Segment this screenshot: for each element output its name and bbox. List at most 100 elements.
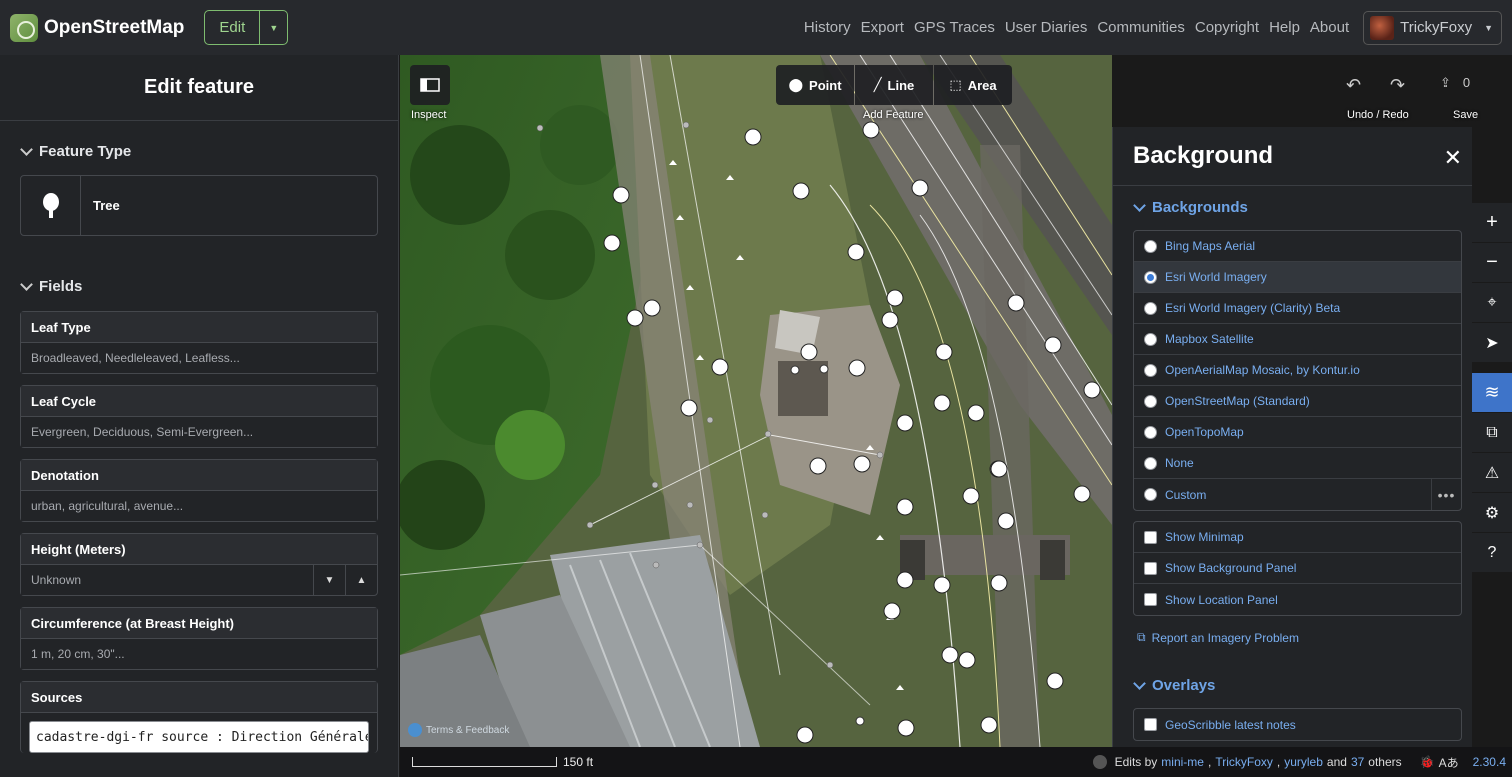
- add-area-button[interactable]: ⬚ Area: [934, 65, 1012, 105]
- radio[interactable]: [1144, 239, 1157, 253]
- checkbox[interactable]: [1144, 593, 1157, 606]
- undo-redo-label: Undo / Redo: [1347, 109, 1409, 121]
- bg-option-label: Esri World Imagery (Clarity) Beta: [1165, 301, 1341, 315]
- issues-warning-icon[interactable]: ⚠: [1472, 453, 1512, 493]
- option-label: Show Minimap: [1165, 530, 1244, 544]
- overlay-geoscribble[interactable]: GeoScribble latest notes: [1134, 709, 1461, 740]
- denotation-input[interactable]: urban, agricultural, avenue...: [21, 491, 377, 521]
- bg-option-label: Esri World Imagery: [1165, 270, 1267, 284]
- bg-option-esri[interactable]: Esri World Imagery: [1134, 262, 1461, 293]
- inspect-button[interactable]: [410, 65, 450, 105]
- help-icon[interactable]: ?: [1472, 533, 1512, 573]
- bg-option-bing[interactable]: Bing Maps Aerial: [1134, 231, 1461, 262]
- bg-option-opentopomap[interactable]: OpenTopoMap: [1134, 417, 1461, 448]
- radio[interactable]: [1144, 332, 1157, 346]
- option-show-location-panel[interactable]: Show Location Panel: [1134, 584, 1461, 615]
- decrement-icon[interactable]: ▼: [313, 565, 345, 595]
- circumference-input[interactable]: 1 m, 20 cm, 30"...: [21, 639, 377, 669]
- save-button[interactable]: ⇪ 0: [1440, 75, 1470, 91]
- nav-export[interactable]: Export: [861, 19, 904, 36]
- bg-option-mapbox[interactable]: Mapbox Satellite: [1134, 324, 1461, 355]
- osm-logo[interactable]: OpenStreetMap: [10, 13, 184, 42]
- nav-links: History Export GPS Traces User Diaries C…: [804, 19, 1349, 36]
- point-icon: ⬤: [788, 77, 804, 92]
- undo-icon[interactable]: ↶: [1346, 75, 1361, 96]
- add-point-button[interactable]: ⬤ Point: [776, 65, 854, 105]
- redo-icon[interactable]: ↷: [1390, 75, 1405, 96]
- map-canvas[interactable]: Terms & Feedback: [400, 55, 1112, 747]
- radio[interactable]: [1144, 488, 1157, 501]
- radio[interactable]: [1144, 394, 1157, 408]
- translate-icon[interactable]: Aあ: [1439, 754, 1459, 771]
- increment-icon[interactable]: ▲: [345, 565, 377, 595]
- overlays-toggle[interactable]: Overlays: [1113, 677, 1472, 694]
- feature-type-toggle[interactable]: Feature Type: [0, 143, 398, 160]
- contributors: Edits by mini-me, TrickyFoxy, yuryleb an…: [1092, 754, 1512, 771]
- edit-button[interactable]: Edit: [204, 10, 261, 45]
- close-icon[interactable]: ✕: [1444, 145, 1462, 171]
- edit-button-group: Edit ▼: [204, 10, 289, 45]
- zoom-out-icon[interactable]: −: [1472, 243, 1512, 283]
- preferences-icon[interactable]: ⚙: [1472, 493, 1512, 533]
- bg-option-none[interactable]: None: [1134, 448, 1461, 479]
- edit-dropdown-caret-icon[interactable]: ▼: [260, 10, 289, 45]
- preset-selector[interactable]: Tree: [20, 175, 378, 236]
- tree-icon: [21, 176, 81, 235]
- height-input[interactable]: Unknown: [21, 565, 313, 595]
- chevron-down-icon: [20, 278, 33, 291]
- bg-option-label: Custom: [1165, 487, 1207, 502]
- radio[interactable]: [1144, 456, 1157, 470]
- background-layers-icon[interactable]: ≋: [1472, 373, 1512, 413]
- nav-user-diaries[interactable]: User Diaries: [1005, 19, 1088, 36]
- radio[interactable]: [1144, 425, 1157, 439]
- external-link-icon: ⧉: [1137, 630, 1146, 644]
- nav-copyright[interactable]: Copyright: [1195, 19, 1259, 36]
- geolocate-icon[interactable]: ➤: [1472, 323, 1512, 363]
- terms-link[interactable]: Terms & Feedback: [426, 725, 509, 736]
- more-options-icon[interactable]: •••: [1431, 479, 1461, 510]
- bg-option-esri-clarity[interactable]: Esri World Imagery (Clarity) Beta: [1134, 293, 1461, 324]
- radio[interactable]: [1144, 301, 1157, 315]
- user-caret-icon: ▼: [1484, 22, 1493, 33]
- map-attribution[interactable]: Terms & Feedback: [408, 723, 509, 737]
- checkbox[interactable]: [1144, 718, 1157, 731]
- background-panel: Background ✕ Backgrounds Bing Maps Aeria…: [1112, 127, 1472, 747]
- radio[interactable]: [1144, 363, 1157, 377]
- map-data-icon[interactable]: ⧉: [1472, 413, 1512, 453]
- scale-bar[interactable]: [412, 757, 557, 767]
- sources-textarea[interactable]: cadastre-dgi-fr source : Direction Génér…: [29, 721, 369, 753]
- others-count-link[interactable]: 37: [1351, 755, 1364, 769]
- nav-about[interactable]: About: [1310, 19, 1349, 36]
- editor-link[interactable]: mini-me: [1161, 755, 1204, 769]
- leaf-cycle-input[interactable]: Evergreen, Deciduous, Semi-Evergreen...: [21, 417, 377, 447]
- zoom-to-selection-icon[interactable]: ⌖: [1472, 283, 1512, 323]
- checkbox[interactable]: [1144, 530, 1157, 544]
- backgrounds-title: Backgrounds: [1152, 199, 1248, 216]
- bg-option-openaerialmap[interactable]: OpenAerialMap Mosaic, by Kontur.io: [1134, 355, 1461, 386]
- editor-link[interactable]: TrickyFoxy: [1215, 755, 1273, 769]
- field-label: Leaf Cycle: [21, 386, 377, 417]
- option-show-background-panel[interactable]: Show Background Panel: [1134, 553, 1461, 584]
- nav-history[interactable]: History: [804, 19, 851, 36]
- zoom-in-icon[interactable]: +: [1472, 203, 1512, 243]
- field-height: Height (Meters) Unknown ▼ ▲: [20, 533, 378, 596]
- nav-help[interactable]: Help: [1269, 19, 1300, 36]
- fields-toggle[interactable]: Fields: [0, 278, 398, 295]
- option-show-minimap[interactable]: Show Minimap: [1134, 522, 1461, 553]
- leaf-type-input[interactable]: Broadleaved, Needleleaved, Leafless...: [21, 343, 377, 373]
- user-menu[interactable]: TrickyFoxy ▼: [1363, 10, 1502, 45]
- username: TrickyFoxy: [1400, 19, 1473, 36]
- report-imagery-link[interactable]: ⧉ Report an Imagery Problem: [1113, 630, 1472, 645]
- radio-selected[interactable]: [1144, 270, 1157, 284]
- checkbox[interactable]: [1144, 561, 1157, 575]
- bg-option-custom[interactable]: Custom •••: [1134, 479, 1461, 510]
- nav-gps-traces[interactable]: GPS Traces: [914, 19, 995, 36]
- backgrounds-toggle[interactable]: Backgrounds: [1113, 199, 1472, 216]
- nav-communities[interactable]: Communities: [1097, 19, 1185, 36]
- version-link[interactable]: 2.30.4: [1473, 755, 1506, 769]
- add-line-button[interactable]: ╱ Line: [855, 65, 933, 105]
- editor-link[interactable]: yuryleb: [1284, 755, 1323, 769]
- chevron-down-icon: [20, 143, 33, 156]
- bug-report-icon[interactable]: 🐞: [1420, 755, 1435, 769]
- bg-option-osm-standard[interactable]: OpenStreetMap (Standard): [1134, 386, 1461, 417]
